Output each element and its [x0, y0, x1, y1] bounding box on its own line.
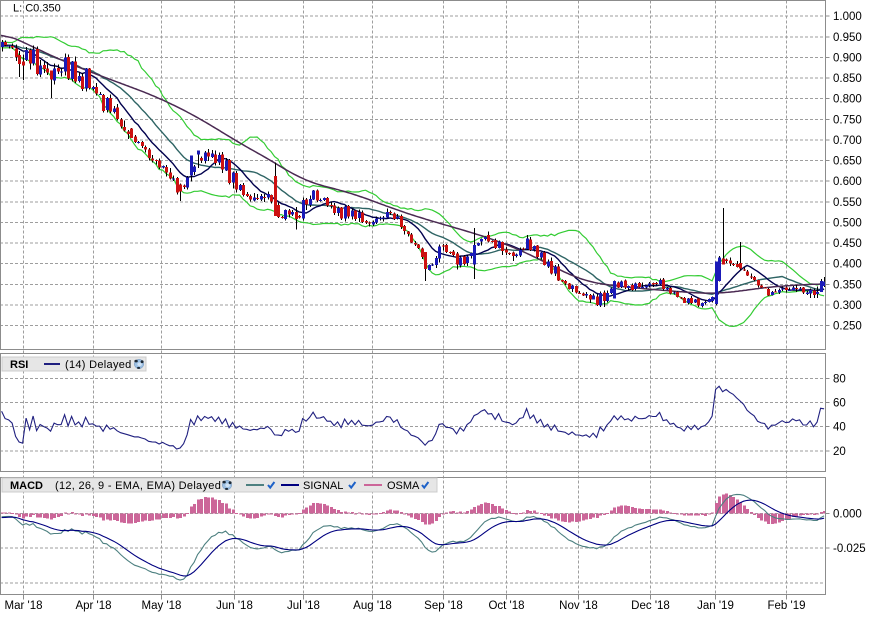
svg-text:0.250: 0.250 — [833, 321, 862, 333]
svg-text:Jun '18: Jun '18 — [216, 600, 253, 612]
svg-text:60: 60 — [833, 398, 846, 410]
svg-text:0.850: 0.850 — [833, 73, 862, 85]
svg-text:Feb '19: Feb '19 — [768, 600, 806, 612]
svg-text:0.400: 0.400 — [833, 259, 862, 271]
svg-text:0.350: 0.350 — [833, 279, 862, 291]
svg-text:Mar '18: Mar '18 — [5, 600, 43, 612]
svg-text:0.700: 0.700 — [833, 135, 862, 147]
svg-text:RSI: RSI — [10, 359, 28, 371]
svg-text:MACD: MACD — [10, 480, 43, 492]
svg-text:(14) Delayed: (14) Delayed — [65, 359, 132, 371]
svg-text:Jul '18: Jul '18 — [287, 600, 320, 612]
svg-text:20: 20 — [833, 446, 846, 458]
svg-text:SIGNAL: SIGNAL — [303, 480, 343, 492]
svg-text:-0.025: -0.025 — [833, 543, 866, 555]
svg-text:(12, 26, 9 - EMA, EMA) Delayed: (12, 26, 9 - EMA, EMA) Delayed — [55, 480, 221, 492]
svg-text:0.450: 0.450 — [833, 238, 862, 250]
svg-text:Dec '18: Dec '18 — [631, 600, 670, 612]
svg-text:0.500: 0.500 — [833, 217, 862, 229]
svg-text:1.000: 1.000 — [833, 11, 862, 23]
svg-text:0.650: 0.650 — [833, 156, 862, 168]
svg-text:0.550: 0.550 — [833, 197, 862, 209]
svg-text:0.000: 0.000 — [833, 508, 862, 520]
svg-text:Nov '18: Nov '18 — [559, 600, 598, 612]
svg-text:0.800: 0.800 — [833, 94, 862, 106]
svg-text:Oct '18: Oct '18 — [488, 600, 524, 612]
svg-text:0.600: 0.600 — [833, 176, 862, 188]
svg-text:0.750: 0.750 — [833, 114, 862, 126]
svg-text:May '18: May '18 — [142, 600, 182, 612]
svg-text:OSMA: OSMA — [387, 480, 420, 492]
svg-text:0.950: 0.950 — [833, 32, 862, 44]
svg-text:Jan '19: Jan '19 — [697, 600, 734, 612]
svg-text:L: C0.350: L: C0.350 — [13, 3, 61, 15]
svg-text:40: 40 — [833, 422, 846, 434]
svg-text:Aug '18: Aug '18 — [353, 600, 392, 612]
svg-text:Sep '18: Sep '18 — [424, 600, 463, 612]
svg-text:0.300: 0.300 — [833, 300, 862, 312]
svg-text:Apr '18: Apr '18 — [75, 600, 111, 612]
svg-text:80: 80 — [833, 373, 846, 385]
svg-text:0.900: 0.900 — [833, 52, 862, 64]
